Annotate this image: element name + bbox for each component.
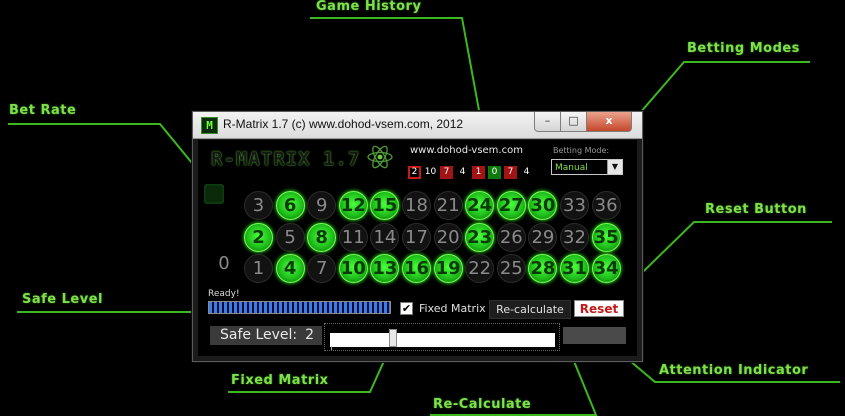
slider-thumb[interactable] (389, 329, 398, 347)
callout-recalculate: Re-Calculate (433, 397, 532, 412)
number-cell[interactable]: 33 (560, 191, 589, 220)
number-cell[interactable]: 25 (496, 254, 526, 283)
betting-mode-label: Betting Mode: (553, 146, 610, 155)
number-cell[interactable]: 6 (275, 191, 305, 220)
reset-button[interactable]: Reset (574, 300, 624, 317)
number-cell[interactable]: 12 (338, 191, 368, 220)
window-title: R-Matrix 1.7 (c) www.dohod-vsem.com, 201… (223, 117, 464, 131)
number-cell[interactable]: 4 (275, 254, 305, 283)
chevron-down-icon[interactable]: ▼ (607, 160, 622, 174)
number-cell[interactable]: 30 (528, 191, 558, 220)
number-cell[interactable]: 27 (496, 191, 526, 220)
website-label: www.dohod-vsem.com (410, 145, 523, 156)
number-cell[interactable]: 36 (591, 191, 621, 220)
client-area: R-MATRIX 1.7 www.dohod-vsem.com Betting … (198, 140, 637, 356)
number-cell[interactable]: 14 (370, 222, 400, 252)
history-number: 0 (488, 166, 501, 179)
history-number: 2 (408, 166, 421, 179)
number-cell[interactable]: 11 (338, 222, 368, 252)
close-button[interactable]: x (586, 112, 632, 132)
number-cell[interactable]: 20 (433, 222, 463, 252)
maximize-button[interactable]: □ (560, 112, 587, 132)
number-cell[interactable]: 32 (560, 222, 589, 252)
callout-reset-button: Reset Button (705, 202, 807, 217)
callout-betting-modes: Betting Modes (687, 41, 800, 56)
number-cell[interactable]: 15 (370, 191, 400, 220)
number-cell[interactable]: 26 (496, 222, 526, 252)
number-cell[interactable]: 31 (560, 254, 589, 283)
number-cell[interactable]: 28 (528, 254, 558, 283)
number-cell[interactable]: 10 (338, 254, 368, 283)
history-number: 4 (520, 166, 533, 179)
number-cell[interactable]: 18 (402, 191, 431, 220)
number-cell[interactable]: 34 (591, 254, 621, 283)
number-cell[interactable]: 1 (244, 254, 273, 283)
app-logo: R-MATRIX 1.7 (211, 148, 361, 170)
number-cell[interactable]: 9 (307, 191, 337, 220)
line-bet-rate (8, 123, 211, 186)
safe-level-value: 2 (305, 327, 314, 343)
callout-bet-rate: Bet Rate (9, 103, 77, 118)
safe-level-display: Safe Level: 2 (210, 326, 322, 345)
atom-icon (367, 145, 393, 169)
app-icon[interactable]: M (201, 117, 218, 134)
history-number: 4 (456, 166, 469, 179)
number-cell[interactable]: 7 (307, 254, 337, 283)
progress-fill (209, 302, 390, 313)
history-number: 1 (472, 166, 485, 179)
title-bar[interactable]: M R-Matrix 1.7 (c) www.dohod-vsem.com, 2… (193, 112, 642, 139)
attention-indicator (563, 327, 626, 344)
status-text: Ready! (208, 289, 240, 299)
slider-tick (331, 346, 332, 350)
number-cell[interactable]: 23 (465, 222, 495, 252)
number-cell[interactable]: 3 (244, 191, 273, 220)
number-cell[interactable]: 5 (275, 222, 305, 252)
number-cell[interactable]: 35 (591, 222, 621, 252)
number-cell[interactable]: 2 (244, 222, 273, 252)
history-number: 7 (504, 166, 517, 179)
callout-fixed-matrix: Fixed Matrix (231, 373, 329, 388)
minimize-button[interactable]: – (534, 112, 561, 132)
safe-level-slider[interactable] (324, 323, 560, 351)
callout-safe-level: Safe Level (22, 292, 103, 307)
betting-mode-select[interactable]: Manual ▼ (551, 159, 623, 175)
fixed-matrix-label: Fixed Matrix (419, 302, 486, 315)
number-cell[interactable]: 19 (433, 254, 463, 283)
slider-track (330, 333, 555, 347)
number-cell[interactable]: 22 (465, 254, 495, 283)
history-number: 7 (440, 166, 453, 179)
betting-mode-value: Manual (555, 163, 588, 173)
callout-attention-indicator: Attention Indicator (659, 363, 809, 378)
number-cell[interactable]: 17 (402, 222, 431, 252)
number-cell[interactable]: 24 (465, 191, 495, 220)
bet-rate-indicator (204, 184, 224, 204)
roulette-zero[interactable]: 0 (214, 249, 234, 278)
history-number: 10 (424, 166, 437, 179)
number-cell[interactable]: 29 (528, 222, 558, 252)
number-cell[interactable]: 13 (370, 254, 400, 283)
callout-game-history: Game History (316, 0, 422, 14)
fixed-matrix-checkbox[interactable]: ✔ (400, 302, 413, 315)
progress-bar (208, 301, 391, 314)
number-cell[interactable]: 21 (433, 191, 463, 220)
number-cell[interactable]: 16 (402, 254, 431, 283)
number-cell[interactable]: 8 (307, 222, 337, 252)
safe-level-label: Safe Level: (220, 327, 298, 343)
recalculate-button[interactable]: Re-calculate (489, 300, 571, 319)
app-window: M R-Matrix 1.7 (c) www.dohod-vsem.com, 2… (192, 111, 643, 362)
